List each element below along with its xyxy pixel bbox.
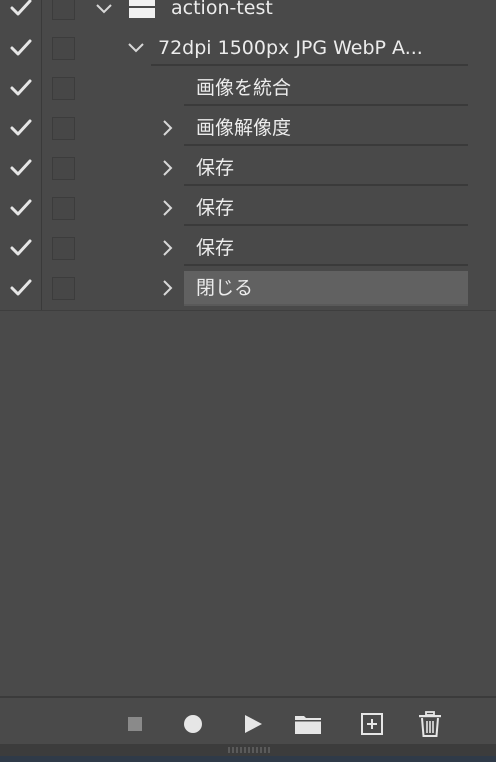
window-edge xyxy=(0,756,496,762)
resize-grip[interactable] xyxy=(228,747,270,753)
stop-recording-button[interactable] xyxy=(121,710,149,738)
command-row[interactable]: 画像解像度 xyxy=(0,108,496,148)
chevron-right-icon[interactable] xyxy=(158,238,178,258)
chevron-down-icon[interactable] xyxy=(126,38,146,58)
play-button[interactable] xyxy=(239,710,267,738)
chevron-right-icon[interactable] xyxy=(158,278,178,298)
actions-list-empty-area[interactable] xyxy=(0,310,496,697)
chevron-down-icon[interactable] xyxy=(94,0,114,19)
checkmark-icon[interactable] xyxy=(8,157,34,179)
new-action-button[interactable] xyxy=(358,710,386,738)
command-label: 画像を統合 xyxy=(196,77,292,99)
action-label-box[interactable]: 72dpi 1500px JPG WebP A... xyxy=(151,31,468,66)
command-label: 保存 xyxy=(196,157,235,179)
command-row[interactable]: 保存 xyxy=(0,188,496,228)
command-label-box[interactable]: 保存 xyxy=(184,231,468,266)
dialog-toggle[interactable] xyxy=(52,197,75,220)
checkmark-icon[interactable] xyxy=(8,37,34,59)
checkmark-icon[interactable] xyxy=(8,237,34,259)
checkmark-icon[interactable] xyxy=(8,77,34,99)
checkmark-icon[interactable] xyxy=(8,197,34,219)
chevron-right-icon[interactable] xyxy=(158,158,178,178)
command-row[interactable]: 保存 xyxy=(0,228,496,268)
action-row[interactable]: 72dpi 1500px JPG WebP A... xyxy=(0,28,496,68)
command-label: 保存 xyxy=(196,197,235,219)
dialog-toggle[interactable] xyxy=(52,157,75,180)
dialog-toggle[interactable] xyxy=(52,117,75,140)
trash-icon xyxy=(419,711,441,737)
command-label-box[interactable]: 保存 xyxy=(184,191,468,226)
command-label: 画像解像度 xyxy=(196,117,292,139)
checkmark-icon[interactable] xyxy=(8,0,34,19)
chevron-right-icon[interactable] xyxy=(158,118,178,138)
command-row-selected[interactable]: 閉じる xyxy=(0,268,496,308)
command-label-box[interactable]: 保存 xyxy=(184,151,468,186)
dialog-toggle[interactable] xyxy=(52,0,75,20)
actions-panel: action-test 72dpi 1500px JPG WebP A... 画… xyxy=(0,0,496,762)
delete-button[interactable] xyxy=(416,710,444,738)
panel-bottom-edge xyxy=(0,744,496,762)
command-label-box[interactable]: 画像解像度 xyxy=(184,111,468,146)
stop-icon xyxy=(128,717,142,731)
dialog-toggle[interactable] xyxy=(52,37,75,60)
dialog-toggle[interactable] xyxy=(52,237,75,260)
add-icon xyxy=(361,713,383,735)
command-label-box[interactable]: 画像を統合 xyxy=(184,71,468,106)
dialog-toggle[interactable] xyxy=(52,277,75,300)
folder-icon xyxy=(129,0,155,18)
action-label: 72dpi 1500px JPG WebP A... xyxy=(158,37,423,59)
record-button[interactable] xyxy=(179,710,207,738)
command-label: 閉じる xyxy=(196,277,254,299)
command-label: 保存 xyxy=(196,237,235,259)
record-icon xyxy=(184,715,202,733)
command-row[interactable]: 画像を統合 xyxy=(0,68,496,108)
new-set-button[interactable] xyxy=(294,710,322,738)
action-set-label: action-test xyxy=(171,0,273,19)
command-row[interactable]: 保存 xyxy=(0,148,496,188)
chevron-right-icon[interactable] xyxy=(158,198,178,218)
action-set-row[interactable]: action-test xyxy=(0,0,496,28)
dialog-toggle[interactable] xyxy=(52,77,75,100)
command-label-box[interactable]: 閉じる xyxy=(184,271,468,306)
checkmark-icon[interactable] xyxy=(8,277,34,299)
play-icon xyxy=(245,715,262,733)
checkmark-icon[interactable] xyxy=(8,117,34,139)
folder-icon xyxy=(295,716,321,734)
